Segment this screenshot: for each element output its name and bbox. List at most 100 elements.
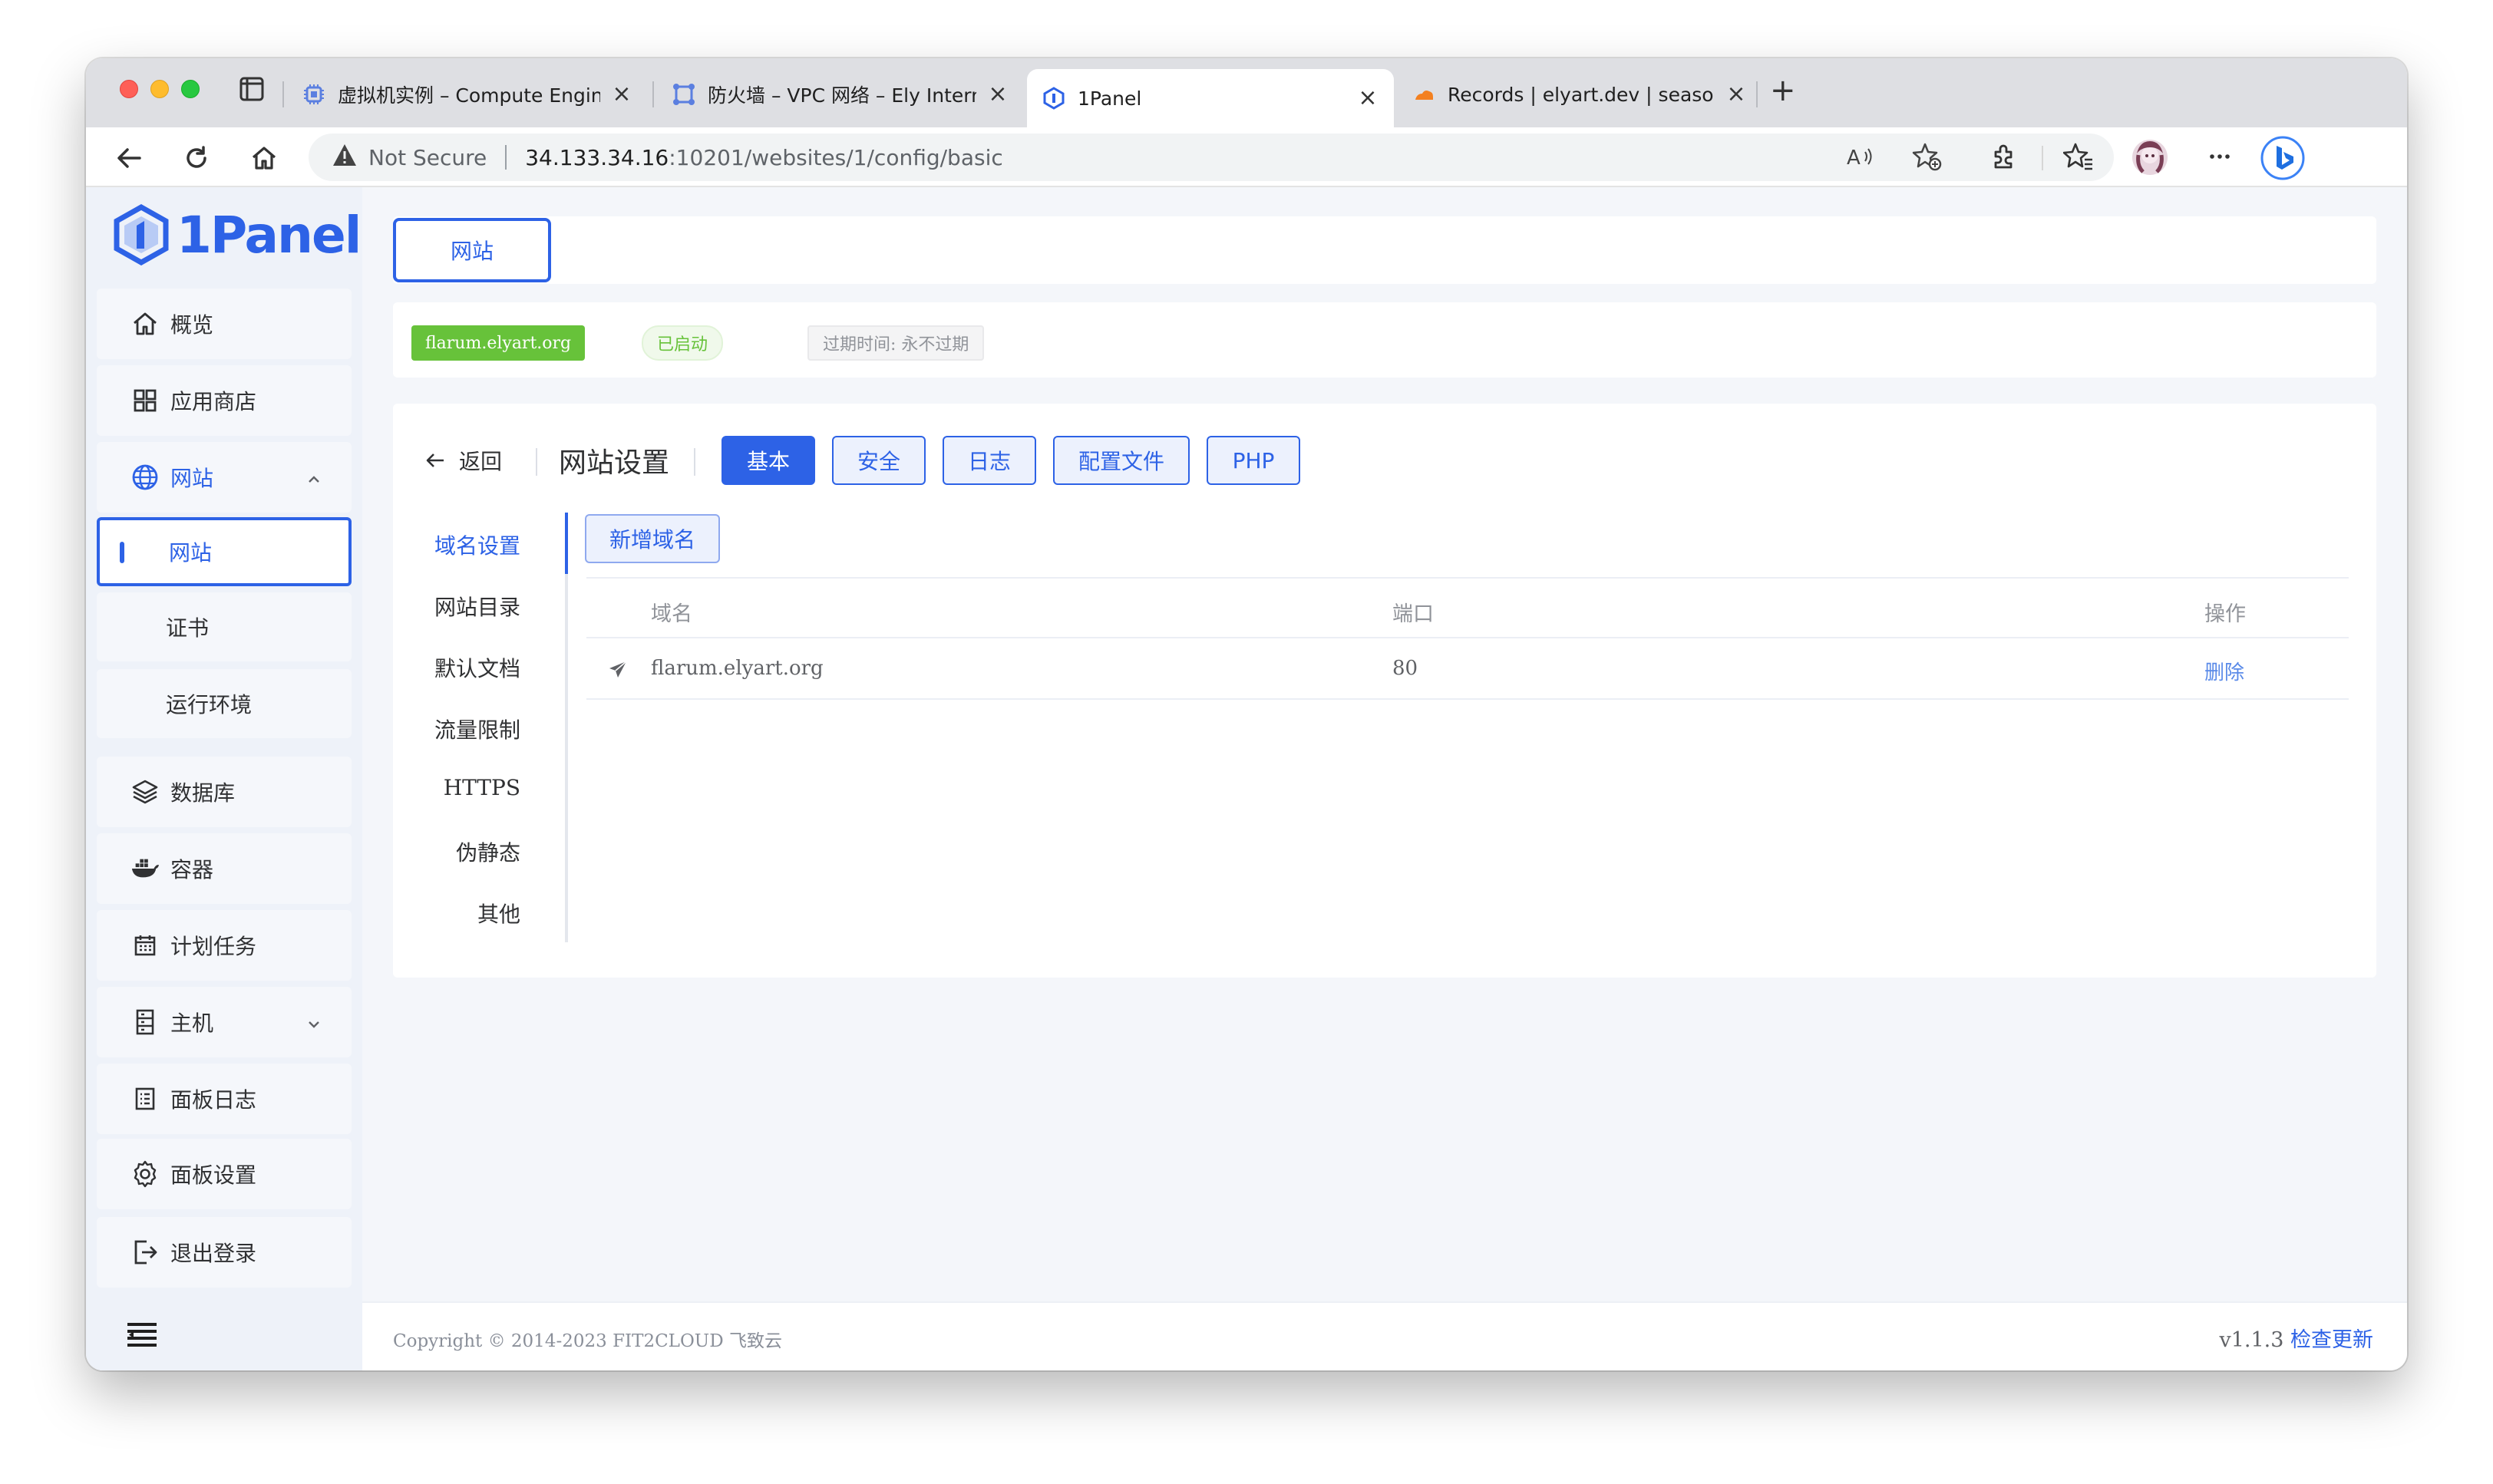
sidebar-subitem-website[interactable]: 网站 [97,517,352,586]
favorites-icon[interactable] [2062,140,2095,173]
check-update-link[interactable]: 检查更新 [2290,1328,2373,1352]
nav-site-directory[interactable]: 网站目录 [434,591,520,622]
sidebar-item-database[interactable]: 数据库 [97,757,352,827]
address-divider [505,145,507,170]
extensions-icon[interactable] [1986,140,2020,173]
sidebar-item-label: 计划任务 [170,934,257,959]
side-nav-active-indicator [565,513,568,574]
close-tab-icon[interactable]: × [611,83,632,106]
logo[interactable]: 1Panel [114,201,362,269]
tab-security[interactable]: 安全 [832,436,926,485]
tab-website[interactable]: 网站 [393,218,551,282]
back-icon[interactable] [112,141,146,175]
chevron-up-icon[interactable] [305,468,322,485]
sidebar-subitem-certificate[interactable]: 证书 [97,592,352,661]
browser-tab-compute-engine[interactable]: 虚拟机实例 – Compute Engine – × [287,68,648,121]
1panel-icon [1042,87,1065,110]
sidebar-item-overview[interactable]: 概览 [97,289,352,359]
sidebar-item-host[interactable]: 主机 [97,987,352,1057]
home-browser-icon[interactable] [247,141,281,175]
sidebar-item-cron[interactable]: 计划任务 [97,910,352,981]
nav-https[interactable]: HTTPS [444,775,520,800]
delete-link[interactable]: 删除 [2204,657,2244,685]
sidebar-item-label: 退出登录 [170,1241,257,1266]
sidebar: 1Panel 概览 应用商店 网站 网站 证书 运行环境 数据库 容器 计划任务… [86,187,362,1370]
more-options-icon[interactable] [2203,140,2237,173]
sidebar-item-app-store[interactable]: 应用商店 [97,365,352,436]
app-root: 1Panel 概览 应用商店 网站 网站 证书 运行环境 数据库 容器 计划任务… [86,187,2407,1370]
tab-strip: 虚拟机实例 – Compute Engine – × 防火墙 – VPC 网络 … [86,58,2407,127]
back-label: 返回 [459,449,503,474]
close-tab-icon[interactable]: × [987,83,1009,106]
favorite-add-icon[interactable] [1910,140,1943,173]
sidebar-item-label: 证书 [166,615,210,641]
tab-php[interactable]: PHP [1207,436,1300,485]
tab-config-file[interactable]: 配置文件 [1053,436,1190,485]
new-tab-icon[interactable]: + [1770,75,1796,106]
svg-text:A: A [1847,147,1861,170]
docker-icon [130,854,160,883]
tab-list-icon[interactable] [236,75,267,103]
header-port: 端口 [1392,602,1434,626]
browser-tab-1panel[interactable]: 1Panel × [1027,69,1394,127]
bing-copilot-icon[interactable] [2260,135,2306,181]
nav-domain-settings[interactable]: 域名设置 [434,529,520,560]
tab-log[interactable]: 日志 [943,436,1036,485]
sidebar-item-label: 网站 [170,466,214,491]
chevron-down-icon[interactable] [305,1013,322,1030]
page-title: 网站设置 [559,447,670,479]
back-button[interactable]: 返回 [424,445,502,476]
sidebar-item-label: 运行环境 [166,692,253,717]
sidebar-item-website[interactable]: 网站 [97,442,352,513]
collapse-sidebar-icon[interactable] [126,1321,158,1349]
toolbar-divider [2042,146,2043,170]
header-domain: 域名 [651,602,692,626]
row-port: 80 [1392,657,1418,680]
nav-rewrite[interactable]: 伪静态 [456,836,520,867]
nav-rate-limit[interactable]: 流量限制 [434,714,520,744]
sidebar-item-logout[interactable]: 退出登录 [97,1217,352,1288]
url-path: :10201/websites/1/config/basic [669,144,1003,170]
security-label[interactable]: Not Secure [368,145,487,170]
sidebar-item-container[interactable]: 容器 [97,833,352,904]
version-number: v1.1.3 [2219,1328,2284,1352]
version-info: v1.1.3 检查更新 [2219,1323,2373,1353]
logout-icon [130,1238,160,1267]
header-action: 操作 [2204,602,2246,626]
tab-basic[interactable]: 基本 [721,436,815,485]
reload-icon[interactable] [180,141,213,175]
minimize-window-button[interactable] [150,80,169,98]
profile-avatar[interactable] [2131,138,2169,176]
side-nav-track [565,513,568,942]
tab-title: Records | elyart.dev | seasonsh [1448,83,1715,106]
status-badge: 已启动 [642,325,724,361]
settings-card: 返回 网站设置 基本 安全 日志 配置文件 PHP 域名设置 网站目录 默认文档… [393,404,2376,978]
calendar-icon [130,931,160,960]
maximize-window-button[interactable] [181,80,200,98]
log-list-icon [130,1084,160,1113]
active-indicator [120,542,124,563]
sidebar-item-label: 应用商店 [170,389,257,414]
globe-icon [130,463,160,492]
read-aloud-icon[interactable]: A [1842,140,1876,173]
tab-title: 1Panel [1078,87,1142,110]
close-window-button[interactable] [120,80,138,98]
1panel-logo-icon [114,204,169,265]
nav-default-document[interactable]: 默认文档 [434,652,520,683]
divider [694,448,695,476]
top-tabs-bar [393,216,2376,284]
sidebar-item-panel-settings[interactable]: 面板设置 [97,1139,352,1209]
table-row: flarum.elyart.org 80 删除 [586,638,2349,700]
sidebar-item-label: 网站 [169,540,213,566]
browser-tab-vpc-firewall[interactable]: 防火墙 – VPC 网络 – Ely Interna × [657,68,1024,121]
nav-other[interactable]: 其他 [477,898,520,928]
sidebar-item-panel-log[interactable]: 面板日志 [97,1064,352,1134]
add-domain-button[interactable]: 新增域名 [585,514,720,563]
close-tab-icon[interactable]: × [1357,87,1379,110]
footer: Copyright © 2014-2023 FIT2CLOUD 飞致云 v1.1… [362,1301,2407,1370]
close-tab-icon[interactable]: × [1725,83,1747,106]
sidebar-subitem-runtime[interactable]: 运行环境 [97,669,352,738]
expire-badge: 过期时间: 永不过期 [807,325,985,361]
vpc-network-icon [672,83,695,106]
browser-tab-cloudflare-records[interactable]: Records | elyart.dev | seasonsh × [1397,68,1762,121]
